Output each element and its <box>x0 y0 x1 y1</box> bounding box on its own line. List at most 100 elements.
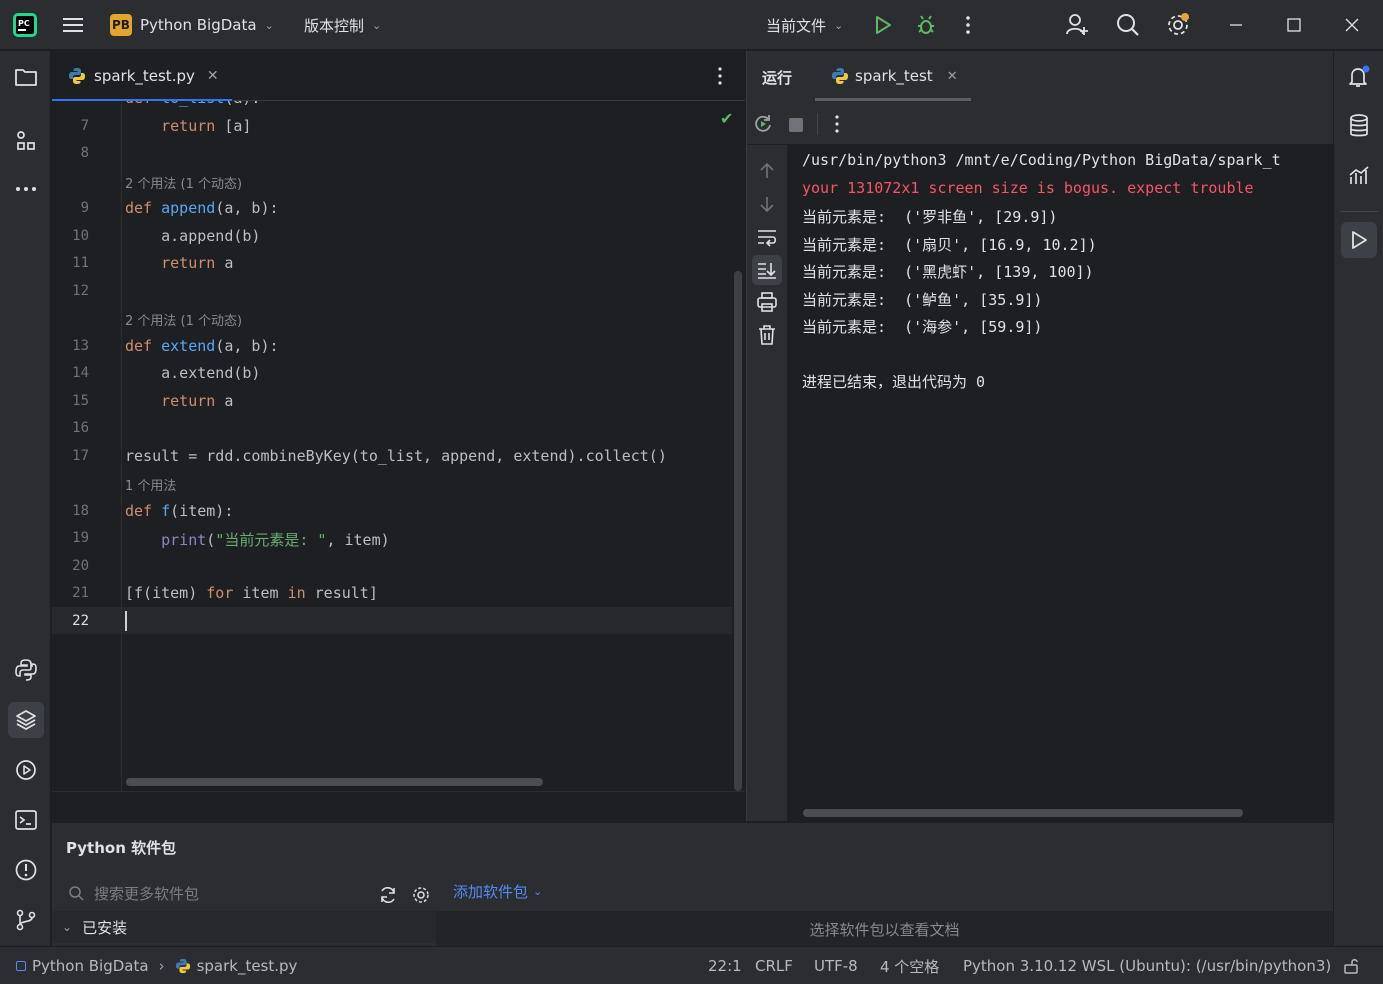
project-switcher[interactable]: PB Python BigData ⌄ <box>110 0 274 50</box>
close-icon[interactable] <box>1344 0 1360 50</box>
python-file-icon <box>831 67 849 85</box>
project-folder-icon[interactable] <box>8 59 44 95</box>
line-number: 17 <box>72 448 89 464</box>
code-line: print("当前元素是: ", item) <box>161 531 390 549</box>
installed-label: 已安装 <box>82 918 128 937</box>
soft-wrap-icon[interactable] <box>756 227 778 247</box>
pycharm-logo-icon[interactable]: PC <box>12 0 38 50</box>
file-encoding[interactable]: UTF-8 <box>814 947 858 984</box>
python-file-icon <box>68 67 86 85</box>
python-packages-icon[interactable] <box>8 702 44 738</box>
vcs-menu[interactable]: 版本控制 ⌄ <box>304 0 381 50</box>
rerun-icon[interactable] <box>752 113 774 135</box>
breadcrumb-file[interactable]: spark_test.py <box>197 957 298 975</box>
main-menu-icon[interactable] <box>60 0 86 50</box>
line-separator[interactable]: CRLF <box>755 947 793 984</box>
trash-icon[interactable] <box>756 324 778 346</box>
profiler-chart-icon[interactable] <box>1341 158 1377 194</box>
code-line: [f(item) for item in result] <box>125 584 378 602</box>
run-window-icon[interactable] <box>1341 222 1377 258</box>
package-doc-area: 选择软件包以查看文档 <box>436 911 1333 947</box>
line-number: 13 <box>72 338 89 354</box>
svg-text:PC: PC <box>18 19 30 28</box>
gear-icon[interactable] <box>411 885 431 905</box>
minimize-icon[interactable] <box>1228 0 1244 50</box>
console-line: 当前元素是: ('海参', [59.9]) <box>802 318 1043 336</box>
add-user-icon[interactable] <box>1064 0 1090 50</box>
close-tab-icon[interactable]: ✕ <box>947 69 958 84</box>
editor-horizontal-scrollbar[interactable] <box>126 778 543 786</box>
usage-hint[interactable]: 2 个用法 (1 个动态) <box>125 310 242 329</box>
run-config-selector[interactable]: 当前文件 ⌄ <box>766 0 843 50</box>
database-icon[interactable] <box>1341 108 1377 144</box>
more-actions-icon[interactable] <box>960 0 976 50</box>
module-icon <box>16 961 26 971</box>
line-number: 11 <box>72 255 89 271</box>
chevron-down-icon: ⌄ <box>264 18 274 32</box>
add-package-label: 添加软件包 <box>453 883 529 901</box>
chevron-down-icon: ⌄ <box>62 920 73 934</box>
terminal-icon[interactable] <box>8 802 44 838</box>
console-line-error: your 131072x1 screen size is bogus. expe… <box>802 179 1254 197</box>
line-number: 19 <box>72 530 89 546</box>
git-branch-icon[interactable] <box>8 902 44 938</box>
chevron-down-icon: ⌄ <box>372 18 382 32</box>
settings-gear-icon[interactable] <box>1164 0 1192 50</box>
notifications-bell-icon[interactable] <box>1341 59 1377 95</box>
code-line: return a <box>161 392 234 410</box>
package-search-placeholder: 搜索更多软件包 <box>94 884 200 903</box>
run-header: 运行 spark_test ✕ <box>747 51 1334 101</box>
indent-setting[interactable]: 4 个空格 <box>880 947 939 984</box>
caret-position[interactable]: 22:1 <box>708 947 742 984</box>
console-line: /usr/bin/python3 /mnt/e/Coding/Python Bi… <box>802 151 1281 169</box>
console-line: 当前元素是: ('扇贝', [16.9, 10.2]) <box>802 236 1097 254</box>
tab-spark-test-py[interactable]: spark_test.py ✕ <box>52 51 232 102</box>
code-line: def extend(a, b): <box>125 337 279 355</box>
structure-icon[interactable] <box>8 123 44 159</box>
close-tab-icon[interactable]: ✕ <box>207 68 219 84</box>
arrow-up-icon[interactable] <box>757 161 777 181</box>
run-tab-label: spark_test <box>855 67 933 85</box>
console-horizontal-scrollbar[interactable] <box>803 809 1243 817</box>
scroll-to-end-icon[interactable] <box>752 255 782 285</box>
usage-hint[interactable]: 2 个用法 (1 个动态) <box>125 173 242 192</box>
console-line: 当前元素是: ('鲈鱼', [35.9]) <box>802 291 1043 309</box>
python-interpreter[interactable]: Python 3.10.12 WSL (Ubuntu): (/usr/bin/p… <box>963 947 1331 984</box>
run-icon[interactable] <box>872 0 894 50</box>
console-line: 当前元素是: ('罗非鱼', [29.9]) <box>802 208 1058 226</box>
tab-more-icon[interactable] <box>712 65 728 87</box>
installed-section-toggle[interactable]: ⌄ 已安装 <box>52 911 436 943</box>
console-output[interactable]: /usr/bin/python3 /mnt/e/Coding/Python Bi… <box>787 145 1334 821</box>
line-number: 9 <box>80 200 89 216</box>
arrow-down-icon[interactable] <box>757 194 777 214</box>
line-number: 16 <box>72 420 89 436</box>
right-tool-strip <box>1333 51 1383 946</box>
more-tools-icon[interactable] <box>8 171 44 207</box>
editor-vertical-scrollbar[interactable] <box>734 271 742 791</box>
print-icon[interactable] <box>756 291 778 313</box>
editor-footer <box>52 791 745 821</box>
code-line: def append(a, b): <box>125 199 279 217</box>
add-package-button[interactable]: 添加软件包 ⌄ <box>453 881 542 902</box>
code-line: result = rdd.combineByKey(to_list, appen… <box>125 447 667 465</box>
run-side-toolbar <box>747 145 787 821</box>
breadcrumb-project[interactable]: Python BigData <box>32 957 149 975</box>
line-number-current: 22 <box>72 613 89 629</box>
more-actions-icon[interactable] <box>829 113 845 135</box>
refresh-icon[interactable] <box>378 885 398 905</box>
run-tab-spark-test[interactable]: spark_test ✕ <box>815 51 971 101</box>
line-number: 14 <box>72 365 89 381</box>
services-icon[interactable] <box>8 752 44 788</box>
python-console-icon[interactable] <box>8 652 44 688</box>
debug-icon[interactable] <box>914 0 938 50</box>
stop-icon[interactable] <box>788 117 804 133</box>
code-line: a.append(b) <box>161 227 261 245</box>
code-editor[interactable]: def to_list(a): 7 return [a] 8 2 个用法 (1 … <box>52 101 745 791</box>
maximize-icon[interactable] <box>1286 0 1302 50</box>
search-icon[interactable] <box>1115 0 1141 50</box>
inspection-ok-icon[interactable]: ✔ <box>720 109 733 128</box>
chevron-right-icon: › <box>158 957 165 975</box>
problems-icon[interactable] <box>8 852 44 888</box>
lock-icon[interactable] <box>1343 947 1361 984</box>
usage-hint[interactable]: 1 个用法 <box>125 475 176 494</box>
